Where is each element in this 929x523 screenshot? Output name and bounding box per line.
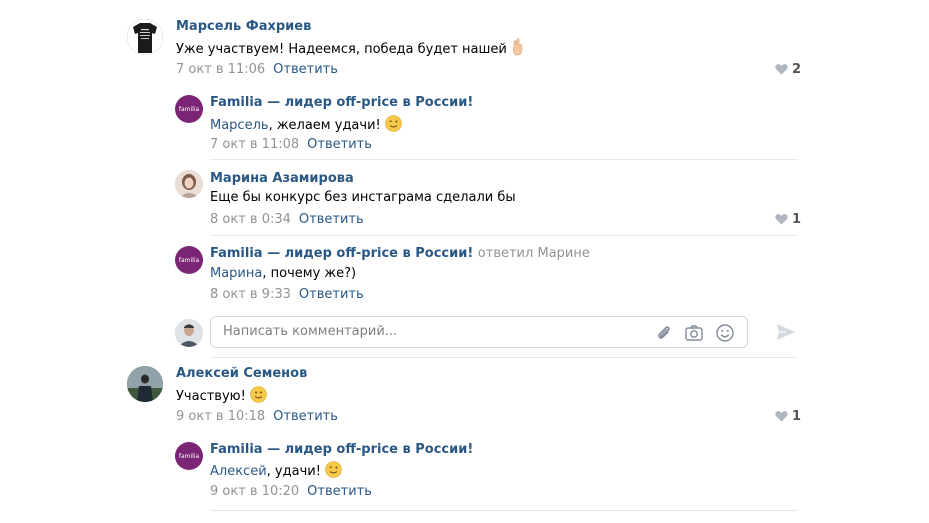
like-button[interactable]: 1 xyxy=(775,409,801,424)
reply-button[interactable]: Ответить xyxy=(273,62,338,77)
comment-meta: 7 окт в 11:08 Ответить xyxy=(210,137,372,152)
comment-author[interactable]: Алексей Семенов xyxy=(176,366,307,381)
wink-emoji-icon xyxy=(384,115,402,136)
user-photo-icon xyxy=(175,170,203,198)
comment-meta: 8 окт в 9:33 Ответить xyxy=(210,287,364,302)
comment-date[interactable]: 7 окт в 11:08 xyxy=(210,137,299,152)
send-icon[interactable] xyxy=(775,321,797,347)
comment-date[interactable]: 9 окт в 10:20 xyxy=(210,484,299,499)
comment-author[interactable]: Марина Азамирова xyxy=(210,171,354,186)
comment-text-body: Уже участвуем! Надеемся, победа будет на… xyxy=(176,42,507,57)
comment-date[interactable]: 8 окт в 0:34 xyxy=(210,212,291,227)
comment-author[interactable]: Familia — лидер off-price в России! xyxy=(210,95,473,110)
comment-author[interactable]: Familia — лидер off-price в России! xyxy=(210,442,473,457)
comment-text: Марина, почему же?) xyxy=(210,266,356,281)
replied-to-link[interactable]: ответил Марине xyxy=(478,246,590,261)
heart-icon xyxy=(775,411,788,422)
comment-text: Марсель, желаем удачи! xyxy=(210,115,402,136)
like-button[interactable]: 2 xyxy=(775,62,801,77)
avatar[interactable] xyxy=(175,170,203,198)
comment-text-body: , удачи! xyxy=(266,464,321,479)
author-link[interactable]: Familia — лидер off-price в России! xyxy=(210,246,473,261)
comment-text: Участвую! xyxy=(176,386,267,407)
heart-icon xyxy=(775,214,788,225)
tshirt-avatar-icon xyxy=(127,19,163,55)
avatar[interactable]: familia xyxy=(175,246,203,274)
comment-text: Уже участвуем! Надеемся, победа будет на… xyxy=(176,38,525,60)
like-button[interactable]: 1 xyxy=(775,212,801,227)
mention-link[interactable]: Марсель xyxy=(210,118,269,133)
divider xyxy=(210,510,798,511)
camera-icon[interactable] xyxy=(684,323,704,343)
comment-author[interactable]: Марсель Фахриев xyxy=(176,19,311,34)
user-photo-icon xyxy=(127,366,163,402)
familia-logo-text: familia xyxy=(178,105,200,113)
comment-text: Еще бы конкурс без инстаграма сделали бы xyxy=(210,190,516,205)
comment-meta: 9 окт в 10:20 Ответить xyxy=(210,484,372,499)
comment-author: Familia — лидер off-price в России! отве… xyxy=(210,246,590,261)
user-photo-icon xyxy=(175,319,203,347)
attach-icon[interactable] xyxy=(654,323,674,343)
comment-composer xyxy=(210,316,748,348)
reply-button[interactable]: Ответить xyxy=(273,409,338,424)
reply-button[interactable]: Ответить xyxy=(307,484,372,499)
mention-link[interactable]: Алексей xyxy=(210,464,267,479)
like-count: 1 xyxy=(792,212,802,227)
comment-text: Алексей, удачи! xyxy=(210,461,342,482)
comment-meta: 8 окт в 0:34 Ответить xyxy=(210,212,364,227)
like-count: 1 xyxy=(792,409,802,424)
reply-button[interactable]: Ответить xyxy=(307,137,372,152)
like-count: 2 xyxy=(792,62,802,77)
heart-icon xyxy=(775,64,788,75)
comment-text-body: , желаем удачи! xyxy=(268,118,381,133)
crossed-fingers-icon xyxy=(511,38,525,60)
avatar[interactable] xyxy=(127,366,163,402)
comment-meta: 9 окт в 10:18 Ответить xyxy=(176,409,338,424)
avatar[interactable]: familia xyxy=(175,442,203,470)
wink-emoji-icon xyxy=(325,461,342,482)
comment-meta: 7 окт в 11:06 Ответить xyxy=(176,62,338,77)
familia-logo-text: familia xyxy=(178,256,200,264)
divider xyxy=(210,235,798,236)
avatar[interactable] xyxy=(127,19,163,55)
reply-button[interactable]: Ответить xyxy=(299,287,364,302)
current-user-avatar xyxy=(175,319,203,347)
comment-date[interactable]: 9 окт в 10:18 xyxy=(176,409,265,424)
comment-text-body: , почему же?) xyxy=(262,266,357,281)
divider xyxy=(210,357,798,358)
avatar[interactable]: familia xyxy=(175,95,203,123)
reply-button[interactable]: Ответить xyxy=(299,212,364,227)
mention-link[interactable]: Марина xyxy=(210,266,262,281)
smile-emoji-icon xyxy=(250,386,267,407)
emoji-icon[interactable] xyxy=(715,323,735,343)
familia-logo-text: familia xyxy=(178,452,200,460)
comment-text-body: Участвую! xyxy=(176,389,246,404)
comment-input[interactable] xyxy=(221,323,645,340)
comment-date[interactable]: 7 окт в 11:06 xyxy=(176,62,265,77)
divider xyxy=(210,159,798,160)
comment-date[interactable]: 8 окт в 9:33 xyxy=(210,287,291,302)
